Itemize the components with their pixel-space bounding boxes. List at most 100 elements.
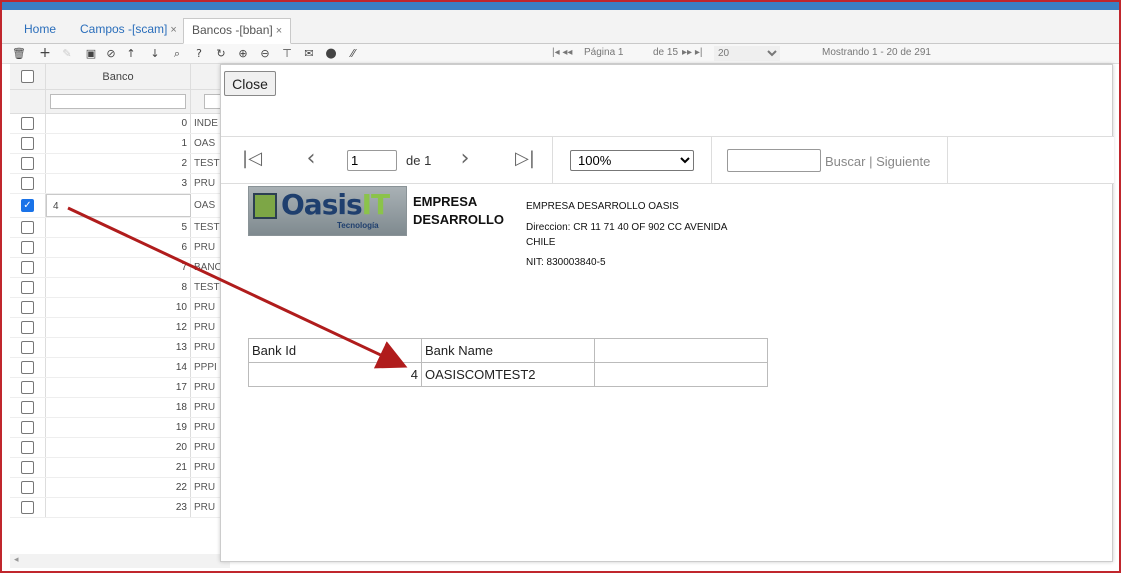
row-checkbox[interactable] [21,361,34,374]
banco-filter-input[interactable] [50,94,186,109]
close-button[interactable]: Close [224,71,276,96]
row-checkbox[interactable] [21,401,34,414]
first-page-icon[interactable]: |◂ ◂◂ [552,47,572,58]
banco-cell[interactable]: 7 [46,258,191,277]
row-checkbox[interactable] [21,461,34,474]
row-check-cell [10,418,46,437]
table-row[interactable]: 6 PRU [10,238,230,258]
banco-cell[interactable]: 21 [46,458,191,477]
page-number-input[interactable] [347,150,397,171]
row-checkbox[interactable] [21,381,34,394]
table-row[interactable]: 13 PRU [10,338,230,358]
edit-icon[interactable]: ✎ [60,46,74,61]
page-size-select[interactable]: 20 [714,46,780,61]
banco-cell[interactable]: 0 [46,114,191,133]
table-row[interactable]: 1 OAS [10,134,230,154]
table-row[interactable]: ✓ 4 OAS [10,194,230,218]
previous-page-icon[interactable]: ‹ [299,147,323,171]
banco-cell[interactable]: 22 [46,478,191,497]
row-checkbox[interactable]: ✓ [21,199,34,212]
banco-cell[interactable]: 12 [46,318,191,337]
find-next-button[interactable]: Siguiente [876,154,930,169]
close-icon[interactable]: × [170,24,176,36]
arrow-down-icon[interactable]: ↓ [148,46,162,61]
banco-cell[interactable]: 5 [46,218,191,237]
find-button[interactable]: Buscar [825,154,865,169]
next-page-icon[interactable]: › [453,147,477,171]
select-all-checkbox[interactable] [21,70,34,83]
table-row[interactable]: 21 PRU [10,458,230,478]
banco-cell[interactable]: 14 [46,358,191,377]
row-checkbox[interactable] [21,321,34,334]
mail-icon[interactable]: ✉ [302,46,316,61]
row-checkbox[interactable] [21,137,34,150]
close-icon[interactable]: × [276,25,282,37]
resize-icon[interactable]: ⁄⁄ [346,46,360,61]
banco-cell[interactable]: 1 [46,134,191,153]
first-page-icon[interactable]: |◁ [240,147,264,171]
row-checkbox[interactable] [21,261,34,274]
table-row[interactable]: 7 BANC [10,258,230,278]
zoom-out-icon[interactable]: ⊖ [258,46,272,61]
row-checkbox[interactable] [21,221,34,234]
row-checkbox[interactable] [21,117,34,130]
table-row[interactable]: 8 TEST [10,278,230,298]
table-row[interactable]: 18 PRU [10,398,230,418]
table-row[interactable]: 0 INDE [10,114,230,134]
tab-bancos[interactable]: Bancos -[bban] × [183,18,292,44]
row-check-cell [10,114,46,133]
find-input[interactable] [727,149,821,172]
plus-icon[interactable]: + [38,46,52,61]
banco-cell[interactable]: 20 [46,438,191,457]
banco-cell[interactable]: 3 [46,174,191,193]
table-row[interactable]: 10 PRU [10,298,230,318]
zoom-in-icon[interactable]: ⊕ [236,46,250,61]
banco-cell[interactable]: 17 [46,378,191,397]
table-row[interactable]: 5 TEST [10,218,230,238]
banco-cell[interactable]: 13 [46,338,191,357]
pin-icon[interactable]: ⊤ [280,46,294,61]
table-row[interactable]: 17 PRU [10,378,230,398]
grid-scroll-left[interactable]: ◂ [10,554,230,568]
row-checkbox[interactable] [21,281,34,294]
row-checkbox[interactable] [21,341,34,354]
row-checkbox[interactable] [21,177,34,190]
tab-home[interactable]: Home [16,18,64,44]
zoom-select[interactable]: 100% [570,150,694,171]
banco-cell[interactable]: 23 [46,498,191,517]
next-page-icon[interactable]: ▸▸ ▸| [682,47,702,58]
banco-cell[interactable]: 6 [46,238,191,257]
banco-cell[interactable]: 10 [46,298,191,317]
row-checkbox[interactable] [21,157,34,170]
row-checkbox[interactable] [21,241,34,254]
table-row[interactable]: 14 PPPI [10,358,230,378]
banco-cell[interactable]: 19 [46,418,191,437]
last-page-icon[interactable]: ▷| [513,147,537,171]
table-row[interactable]: 3 PRU [10,174,230,194]
banco-cell[interactable]: 2 [46,154,191,173]
row-checkbox[interactable] [21,441,34,454]
save-icon[interactable]: ▣ [84,46,98,61]
header-banco[interactable]: Banco [46,64,191,89]
trash-icon[interactable]: 🗑 [12,46,26,61]
banco-cell[interactable]: 18 [46,398,191,417]
add-circle-icon[interactable]: ● [324,46,338,61]
row-checkbox[interactable] [21,421,34,434]
row-checkbox[interactable] [21,481,34,494]
table-row[interactable]: 20 PRU [10,438,230,458]
banco-cell[interactable]: 8 [46,278,191,297]
table-row[interactable]: 19 PRU [10,418,230,438]
table-row[interactable]: 2 TEST [10,154,230,174]
table-row[interactable]: 12 PRU [10,318,230,338]
row-checkbox[interactable] [21,501,34,514]
help-icon[interactable]: ? [192,46,206,61]
table-row[interactable]: 23 PRU [10,498,230,518]
row-checkbox[interactable] [21,301,34,314]
refresh-icon[interactable]: ↻ [214,46,228,61]
search-icon[interactable]: ⌕ [170,46,184,61]
banco-cell[interactable]: 4 [46,194,191,217]
tab-campos[interactable]: Campos -[scam] × [72,18,185,44]
arrow-up-icon[interactable]: ↑ [124,46,138,61]
table-row[interactable]: 22 PRU [10,478,230,498]
cancel-icon[interactable]: ⊘ [104,46,118,61]
